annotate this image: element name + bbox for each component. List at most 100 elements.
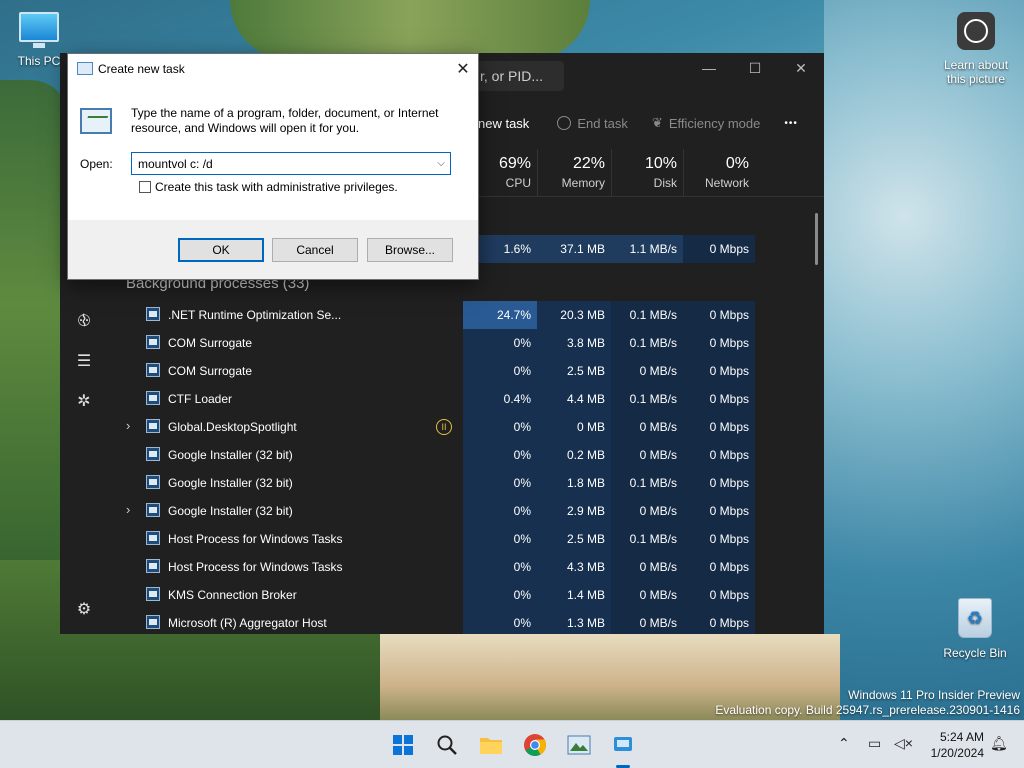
build-watermark: Windows 11 Pro Insider Preview Evaluatio… bbox=[715, 688, 1020, 718]
table-row[interactable]: Microsoft (R) Aggregator Host 0% 1.3 MB 0 M… bbox=[108, 609, 824, 634]
search-input[interactable]: r, or PID... bbox=[478, 61, 564, 91]
camera-icon bbox=[957, 12, 995, 50]
chrome-button[interactable] bbox=[520, 730, 550, 760]
chevron-up-icon[interactable]: ⌃ bbox=[838, 735, 850, 752]
folder-icon bbox=[480, 738, 502, 754]
watermark-line: Windows 11 Pro Insider Preview bbox=[848, 688, 1020, 702]
admin-checkbox[interactable] bbox=[139, 181, 151, 193]
chrome-icon bbox=[524, 734, 546, 756]
task-manager-taskbar-button[interactable] bbox=[608, 730, 638, 760]
desktop-icon-label: This PC bbox=[17, 54, 61, 68]
run-new-task-button[interactable]: new task bbox=[478, 116, 529, 131]
disk-cell: 1.1 MB/s bbox=[611, 235, 683, 263]
desktop-icon-this-pc[interactable]: This PC bbox=[14, 12, 64, 68]
table-row[interactable]: CTF Loader 0.4% 4.4 MB 0.1 MB/s 0 Mbps bbox=[108, 385, 824, 413]
dialog-footer: OK Cancel Browse... bbox=[68, 220, 478, 279]
network-cell: 0 Mbps bbox=[683, 329, 755, 357]
admin-checkbox-label[interactable]: Create this task with administrative pri… bbox=[155, 180, 398, 194]
leaf-icon: ❦ bbox=[651, 115, 663, 130]
dialog-title: Create new task bbox=[98, 62, 185, 76]
column-header-memory[interactable]: 22% Memory bbox=[537, 149, 611, 197]
maximize-button[interactable]: ☐ bbox=[732, 53, 778, 83]
cancel-button[interactable]: Cancel bbox=[272, 238, 358, 262]
memory-cell: 37.1 MB bbox=[537, 235, 611, 263]
disk-cell: 0 MB/s bbox=[611, 441, 683, 469]
table-row[interactable]: .NET Runtime Optimization Se... 24.7% 20.3… bbox=[108, 301, 824, 329]
memory-cell: 1.4 MB bbox=[537, 581, 611, 609]
network-cell: 0 Mbps bbox=[683, 301, 755, 329]
details-icon[interactable]: ☰ bbox=[74, 351, 94, 371]
scrollbar-thumb[interactable] bbox=[815, 213, 818, 265]
open-input[interactable] bbox=[131, 152, 451, 175]
clock[interactable]: 5:24 AM 1/20/2024 bbox=[924, 729, 984, 761]
memory-cell: 0.2 MB bbox=[537, 441, 611, 469]
recycle-bin-icon: ♻ bbox=[958, 598, 992, 638]
process-name: COM Surrogate bbox=[168, 364, 253, 378]
network-cell: 0 Mbps bbox=[683, 357, 755, 385]
process-name: Host Process for Windows Tasks bbox=[168, 560, 343, 574]
dialog-titlebar: Create new task ✕ bbox=[68, 54, 478, 83]
table-row[interactable]: COM Surrogate 0% 3.8 MB 0.1 MB/s 0 Mbps bbox=[108, 329, 824, 357]
task-manager-icon bbox=[614, 737, 632, 751]
table-row[interactable]: › Global.DesktopSpotlight II 0% 0 MB 0 MB/s 0 … bbox=[108, 413, 824, 441]
notification-bell-icon[interactable]: 🔔︎ bbox=[990, 735, 1008, 752]
cpu-cell: 0% bbox=[463, 581, 537, 609]
table-row[interactable]: Host Process for Windows Tasks 0% 2.5 MB 0.… bbox=[108, 525, 824, 553]
dialog-close-button[interactable]: ✕ bbox=[448, 54, 478, 83]
disk-cell: 0.1 MB/s bbox=[611, 329, 683, 357]
network-cell: 0 Mbps bbox=[683, 413, 755, 441]
monitor-icon bbox=[19, 12, 59, 48]
browse-button[interactable]: Browse... bbox=[367, 238, 453, 262]
search-button[interactable] bbox=[432, 730, 462, 760]
desktop-icon-learn-picture[interactable]: Learn about this picture bbox=[936, 12, 1016, 86]
disk-label: Disk bbox=[653, 176, 677, 190]
memory-label: Memory bbox=[561, 176, 605, 190]
efficiency-mode-button[interactable]: ❦ Efficiency mode bbox=[652, 115, 760, 131]
disk-cell: 0.1 MB/s bbox=[611, 469, 683, 497]
column-header-network[interactable]: 0% Network bbox=[683, 149, 755, 197]
network-label: Network bbox=[704, 176, 749, 190]
volume-mute-icon[interactable]: ◁× bbox=[894, 735, 913, 752]
table-row[interactable]: Google Installer (32 bit) 0% 0.2 MB 0 MB/s 0… bbox=[108, 441, 824, 469]
desktop-icon-label: Recycle Bin bbox=[943, 646, 1007, 660]
memory-cell: 2.5 MB bbox=[537, 357, 611, 385]
more-options-button[interactable]: ••• bbox=[784, 118, 798, 129]
network-icon[interactable]: ▭ bbox=[868, 735, 881, 752]
memory-cell: 2.9 MB bbox=[537, 497, 611, 525]
search-icon bbox=[437, 735, 457, 755]
cpu-cell: 0% bbox=[463, 525, 537, 553]
create-task-dialog: Create new task ✕ Type the name of a pro… bbox=[67, 53, 479, 280]
table-row[interactable]: KMS Connection Broker 0% 1.4 MB 0 MB/s 0 Mbp… bbox=[108, 581, 824, 609]
memory-total: 22% bbox=[572, 155, 605, 172]
column-headers: 69% CPU 22% Memory 10% Disk 0% Network bbox=[463, 149, 824, 197]
column-header-disk[interactable]: 10% Disk bbox=[611, 149, 683, 197]
chevron-right-icon[interactable]: › bbox=[126, 502, 130, 517]
process-name: Google Installer (32 bit) bbox=[168, 504, 293, 518]
network-cell: 0 Mbps bbox=[683, 469, 755, 497]
start-button[interactable] bbox=[388, 730, 418, 760]
ok-button[interactable]: OK bbox=[178, 238, 264, 262]
minimize-button[interactable]: — bbox=[686, 53, 732, 83]
chevron-down-icon[interactable]: ⌵ bbox=[433, 154, 449, 173]
disk-cell: 0.1 MB/s bbox=[611, 301, 683, 329]
table-row[interactable]: Host Process for Windows Tasks 0% 4.3 MB 0 … bbox=[108, 553, 824, 581]
settings-icon[interactable]: ⚙ bbox=[74, 599, 94, 619]
memory-cell: 2.5 MB bbox=[537, 525, 611, 553]
file-explorer-button[interactable] bbox=[476, 730, 506, 760]
close-button[interactable]: ✕ bbox=[778, 53, 824, 83]
network-cell: 0 Mbps bbox=[683, 581, 755, 609]
services-icon[interactable]: ✲ bbox=[74, 391, 94, 411]
process-icon bbox=[146, 559, 160, 573]
table-row[interactable]: COM Surrogate 0% 2.5 MB 0 MB/s 0 Mbps bbox=[108, 357, 824, 385]
table-row[interactable]: Google Installer (32 bit) 0% 1.8 MB 0.1 MB/… bbox=[108, 469, 824, 497]
users-icon[interactable]: ⚇ bbox=[74, 311, 94, 331]
photos-button[interactable] bbox=[564, 730, 594, 760]
table-row[interactable]: › Google Installer (32 bit) 0% 2.9 MB 0 MB/s… bbox=[108, 497, 824, 525]
desktop-icon-recycle-bin[interactable]: ♻ Recycle Bin bbox=[940, 598, 1010, 660]
process-name: Google Installer (32 bit) bbox=[168, 476, 293, 490]
cpu-cell: 0% bbox=[463, 553, 537, 581]
efficiency-mode-label: Efficiency mode bbox=[668, 115, 761, 131]
chevron-right-icon[interactable]: › bbox=[126, 418, 130, 433]
end-task-button[interactable]: End task bbox=[557, 116, 628, 131]
toolbar: new task End task ❦ Efficiency mode ••• bbox=[478, 105, 824, 141]
